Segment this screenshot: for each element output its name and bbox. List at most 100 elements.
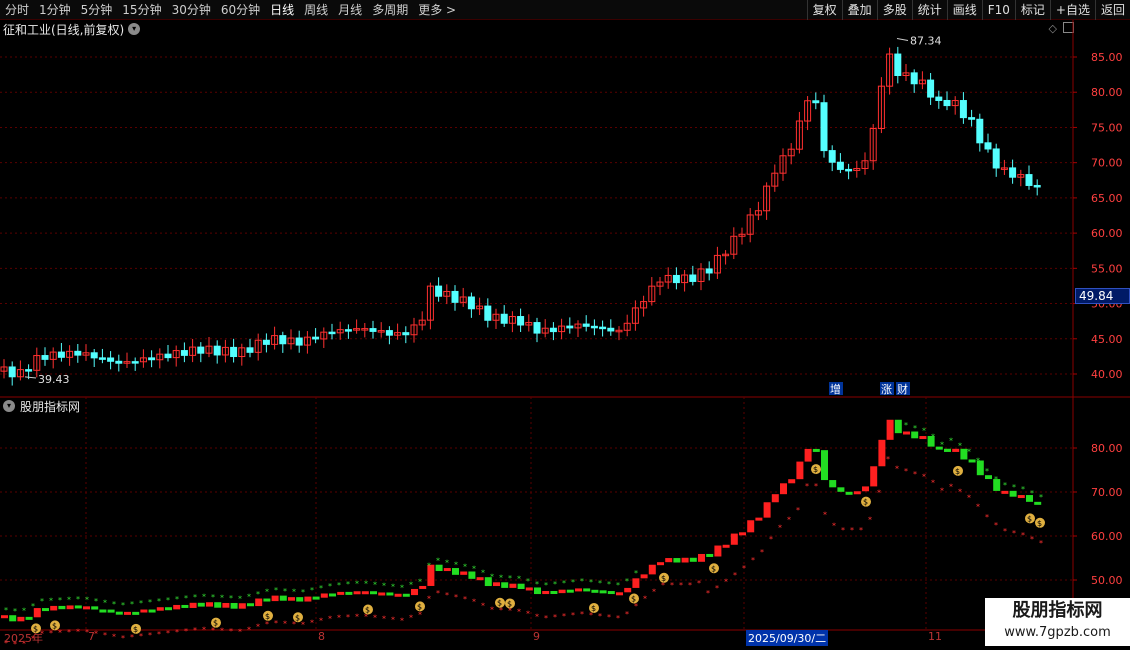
resistance-dot: * bbox=[1039, 493, 1043, 502]
resistance-dot: * bbox=[13, 607, 17, 616]
resistance-dot: * bbox=[580, 577, 584, 586]
indicator-bar bbox=[689, 557, 697, 562]
indicator-bar bbox=[361, 591, 369, 595]
support-dot: * bbox=[283, 620, 287, 629]
indicator-axis-label: 60.00 bbox=[1091, 530, 1123, 543]
indicator-bar bbox=[501, 582, 509, 588]
resistance-dot: * bbox=[265, 587, 269, 596]
support-dot: * bbox=[625, 610, 629, 619]
indicator-bar bbox=[944, 448, 951, 452]
support-dot: * bbox=[850, 526, 854, 535]
resistance-dot: * bbox=[211, 593, 215, 602]
candle-body bbox=[984, 142, 992, 150]
indicator-bar bbox=[714, 545, 722, 557]
support-dot: * bbox=[436, 589, 440, 598]
support-dot: * bbox=[400, 616, 404, 625]
indicator-bar bbox=[132, 611, 140, 615]
resistance-dot: * bbox=[40, 597, 44, 606]
current-price-tag: 49.84 bbox=[1075, 288, 1130, 304]
support-dot: * bbox=[643, 594, 647, 603]
resistance-dot: * bbox=[346, 580, 350, 589]
candle-body bbox=[976, 118, 984, 144]
kline-chart[interactable]: 85.00 80.00 75.00 70.00 65.00 60.00 55.00 50.00… bbox=[0, 0, 1130, 650]
indicator-bar bbox=[435, 564, 443, 572]
support-dot: * bbox=[958, 487, 962, 496]
candle-body bbox=[279, 335, 287, 345]
resistance-dot: * bbox=[193, 593, 197, 602]
candle-body bbox=[344, 329, 352, 332]
indicator-axis-label: 80.00 bbox=[1091, 442, 1123, 455]
indicator-bar bbox=[821, 450, 828, 481]
support-dot: * bbox=[940, 487, 944, 496]
resistance-dot: * bbox=[481, 569, 485, 578]
support-dot: * bbox=[1039, 539, 1043, 548]
chevron-down-icon[interactable]: ▾ bbox=[3, 400, 15, 412]
candle-body bbox=[1033, 184, 1041, 188]
coin-marker-label: $ bbox=[661, 574, 666, 583]
support-dot: * bbox=[895, 465, 899, 474]
resistance-dot: * bbox=[427, 562, 431, 571]
coin-marker-label: $ bbox=[417, 602, 422, 611]
indicator-bar bbox=[648, 564, 656, 575]
candle-body bbox=[705, 268, 713, 274]
date-label-selected: 2025/09/30/二 bbox=[746, 630, 829, 646]
indicator-bar bbox=[247, 603, 254, 607]
candle-body bbox=[517, 316, 525, 326]
indicator-bar bbox=[394, 593, 402, 597]
candle-body bbox=[90, 352, 98, 359]
support-dot: * bbox=[1030, 535, 1034, 544]
candle-body bbox=[968, 117, 976, 120]
support-dot: * bbox=[697, 579, 701, 588]
candle-body bbox=[8, 366, 16, 378]
indicator-bar bbox=[173, 604, 181, 610]
support-dot: * bbox=[274, 619, 278, 628]
indicator-bar bbox=[197, 602, 205, 607]
support-dot: * bbox=[976, 502, 980, 511]
date-label: 8 bbox=[318, 630, 325, 643]
indicator-bar bbox=[558, 589, 566, 594]
coin-marker-label: $ bbox=[1027, 514, 1032, 523]
resistance-dot: * bbox=[112, 600, 116, 609]
resistance-dot: * bbox=[67, 595, 71, 604]
candle-body bbox=[262, 339, 270, 345]
support-dot: * bbox=[778, 524, 782, 533]
candle-body bbox=[74, 350, 82, 356]
price-axis-label: 75.00 bbox=[1091, 121, 1123, 134]
indicator-bar bbox=[845, 491, 853, 495]
resistance-dot: * bbox=[310, 586, 314, 595]
candle-body bbox=[894, 53, 902, 77]
indicator-bar bbox=[402, 593, 410, 597]
indicator-bar bbox=[222, 602, 230, 608]
candle-body bbox=[131, 361, 139, 364]
resistance-dot: * bbox=[553, 580, 557, 589]
resistance-dot: * bbox=[1021, 485, 1025, 494]
price-axis-label: 85.00 bbox=[1091, 51, 1123, 64]
resistance-dot: * bbox=[589, 578, 593, 587]
indicator-bar bbox=[181, 604, 189, 608]
indicator-bar bbox=[165, 607, 172, 611]
candle-body bbox=[98, 357, 106, 360]
resistance-dot: * bbox=[301, 588, 305, 597]
date-label: 11 bbox=[928, 630, 942, 643]
price-axis-label: 80.00 bbox=[1091, 86, 1123, 99]
candle-body bbox=[992, 148, 1000, 169]
indicator-bar bbox=[878, 439, 886, 467]
support-dot: * bbox=[598, 612, 602, 621]
indicator-bar bbox=[140, 609, 148, 613]
candle-body bbox=[1009, 167, 1017, 178]
resistance-dot: * bbox=[175, 595, 179, 604]
indicator-bar bbox=[739, 532, 746, 536]
support-dot: * bbox=[796, 506, 800, 515]
candle-body bbox=[549, 327, 557, 333]
resistance-dot: * bbox=[454, 560, 458, 569]
price-axis-label: 65.00 bbox=[1091, 192, 1123, 205]
resistance-dot: * bbox=[85, 595, 89, 604]
indicator-bar bbox=[566, 589, 574, 593]
resistance-dot: * bbox=[256, 590, 260, 599]
candle-body bbox=[484, 305, 492, 321]
price-axis-label: 40.00 bbox=[1091, 368, 1123, 381]
indicator-bar bbox=[238, 603, 246, 609]
indicator-bar bbox=[870, 466, 878, 487]
candle-body bbox=[385, 330, 393, 336]
candle-body bbox=[402, 332, 410, 336]
